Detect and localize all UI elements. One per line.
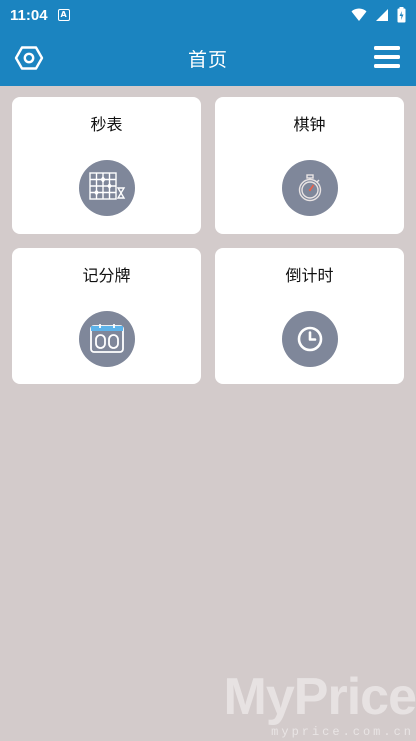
card-countdown[interactable]: 倒计时 [215, 248, 404, 384]
hamburger-menu-icon [374, 46, 400, 68]
scoreboard-icon [78, 311, 135, 367]
watermark-logo: MyPrice [223, 668, 416, 726]
menu-button[interactable] [374, 45, 400, 69]
battery-icon [397, 7, 406, 23]
card-chess-clock[interactable]: 棋钟 [215, 97, 404, 234]
watermark-url: myprice.com.cn [271, 725, 414, 739]
card-label: 棋钟 [293, 115, 326, 134]
chessboard-icon [78, 160, 135, 216]
settings-hexagon-icon [14, 46, 44, 70]
card-stopwatch[interactable]: 秒表 [12, 97, 201, 234]
settings-button[interactable] [14, 43, 44, 73]
card-scoreboard[interactable]: 记分牌 [12, 248, 201, 384]
page-title: 首页 [187, 48, 228, 71]
stopwatch-icon [281, 160, 338, 216]
card-label: 倒计时 [285, 266, 334, 285]
status-icons [351, 7, 406, 23]
wifi-icon [351, 8, 367, 21]
card-label: 秒表 [90, 115, 123, 134]
status-time: 11:04 [10, 6, 48, 24]
notification-icon: A [57, 9, 70, 21]
card-label: 记分牌 [82, 266, 131, 285]
clock-icon [281, 311, 338, 367]
app-bar: 首页 [0, 30, 416, 86]
signal-icon [376, 9, 388, 21]
status-bar: 11:04 A [0, 0, 416, 30]
